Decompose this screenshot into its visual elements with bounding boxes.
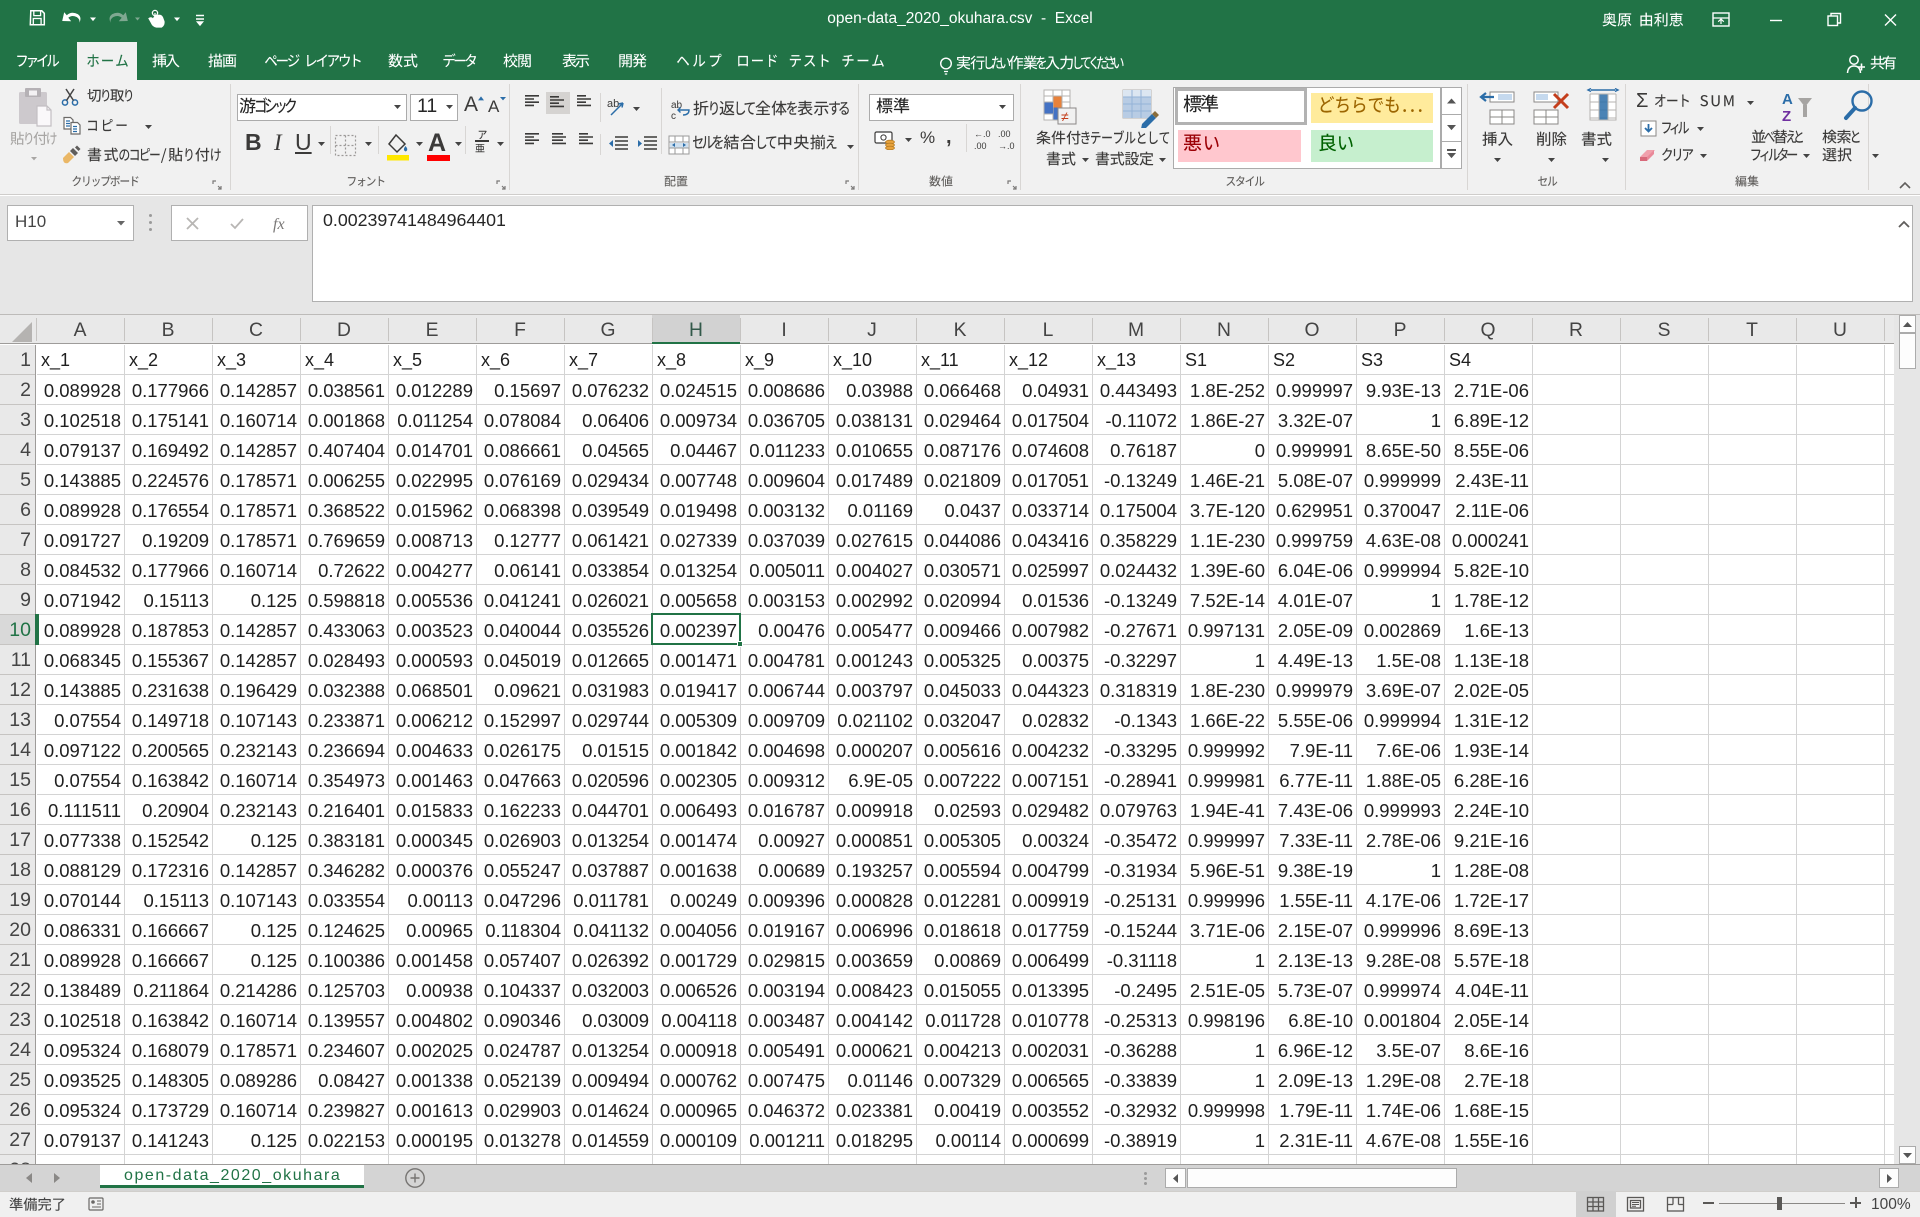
svg-text:→.0: →.0 — [998, 141, 1015, 151]
svg-text:c: c — [671, 111, 676, 121]
svg-text:←.0: ←.0 — [974, 129, 991, 139]
svg-text:.00: .00 — [974, 141, 987, 151]
svg-text:fx: fx — [273, 216, 285, 233]
svg-text:A: A — [1782, 91, 1793, 108]
svg-text:Z: Z — [1782, 108, 1791, 125]
svg-text:≠: ≠ — [1061, 109, 1069, 125]
svg-text:.00: .00 — [998, 129, 1011, 139]
